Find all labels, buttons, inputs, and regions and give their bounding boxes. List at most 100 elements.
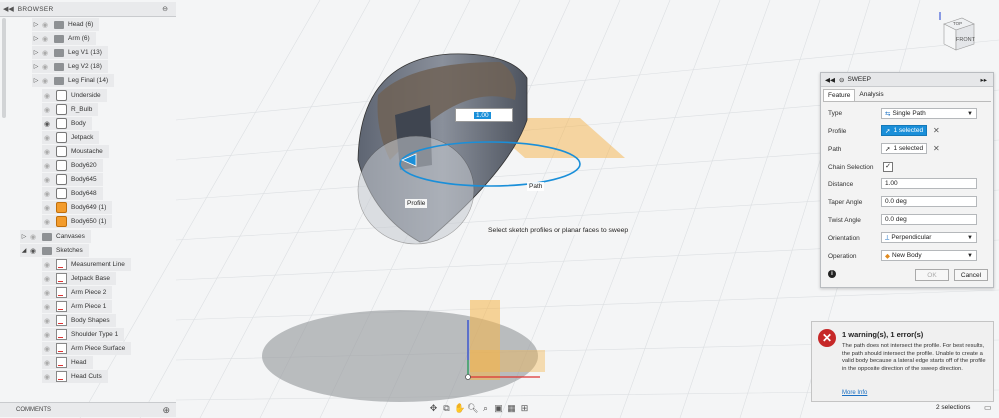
tree-item-sketch[interactable]: ◉ Body Shapes [42,314,116,327]
visibility-icon[interactable]: ◉ [42,359,52,367]
tree-item-sketch[interactable]: ◉ Arm Piece 2 [42,286,113,299]
tree-item-body[interactable]: ◉ Body620 [42,159,103,172]
viewcube-front-label: FRONT [956,37,975,43]
tree-item-body[interactable]: ◉ Jetpack [42,131,100,144]
orbit-icon[interactable]: ✥ [428,403,439,414]
tree-item-sketch[interactable]: ◉ Head Cuts [42,370,108,383]
pan-icon[interactable]: ✋ [454,403,465,414]
twist-angle-input[interactable]: 0.0 deg [881,214,977,225]
collapse-icon[interactable]: ◀◀ [3,5,14,13]
orientation-dropdown[interactable]: ⟂ Perpendicular ▼ [881,232,977,243]
expand-icon[interactable]: ▷ [32,49,40,56]
tab-feature[interactable]: Feature [823,89,856,101]
browser-scrollbar[interactable] [2,18,6,118]
visibility-icon[interactable]: ◉ [40,21,50,29]
visibility-icon[interactable]: ◉ [40,49,50,57]
tree-item-folder[interactable]: ▷ ◉ Leg V2 (18) [32,60,108,73]
add-comment-icon[interactable]: ⊕ [162,405,170,416]
tree-item-sketch[interactable]: ◉ Measurement Line [42,258,131,271]
cancel-button[interactable]: Cancel [954,269,988,281]
sweep-title-bar[interactable]: ◀◀ ⊖ SWEEP ▸▸ [821,73,993,87]
browser-toggle-icon[interactable]: ⊖ [162,5,168,13]
visibility-icon[interactable]: ◉ [42,148,52,156]
expand-icon[interactable]: ▷ [32,63,40,70]
visibility-icon[interactable]: ◉ [42,190,52,198]
cursor-icon: ➚ [885,145,891,153]
visibility-icon[interactable]: ◉ [42,106,52,114]
tree-item-body[interactable]: ◉ Body [42,117,92,130]
path-selection[interactable]: ➚ 1 selected [881,143,927,154]
taper-angle-input[interactable]: 0.0 deg [881,196,977,207]
visibility-icon[interactable]: ◉ [42,317,52,325]
tree-item-canvases[interactable]: ▷ ◉ Canvases [20,230,91,243]
look-at-icon[interactable]: ⧉ [441,403,452,414]
visibility-icon[interactable]: ◉ [28,247,38,255]
tree-item-body[interactable]: ◉ Body645 [42,173,103,186]
distance-input-overlay[interactable]: 1.00 [455,108,513,122]
visibility-icon[interactable]: ◉ [42,120,52,128]
tree-item-sketch[interactable]: ◉ Head [42,356,93,369]
visibility-icon[interactable]: ◉ [40,35,50,43]
tree-item-sketch[interactable]: ◉ Arm Piece 1 [42,300,113,313]
collapse-icon[interactable]: ◢ [20,247,28,254]
display-settings-icon[interactable]: ▣ [493,403,504,414]
grid-icon[interactable]: ▦ [506,403,517,414]
zoom-icon[interactable]: 🔍︎ [467,403,478,414]
visibility-icon[interactable]: ◉ [42,176,52,184]
expand-icon[interactable]: ▷ [32,21,40,28]
visibility-icon[interactable]: ◉ [42,289,52,297]
selection-filter-icon[interactable]: ▭ [984,403,992,412]
visibility-icon[interactable]: ◉ [40,77,50,85]
tree-item-component[interactable]: ◉ Body650 (1) [42,215,113,228]
expand-icon[interactable]: ▷ [32,35,40,42]
profile-selection[interactable]: ➚ 1 selected [881,125,927,136]
visibility-icon[interactable]: ◉ [42,92,52,100]
clear-path-icon[interactable]: ✕ [933,144,940,153]
tree-item-body[interactable]: ◉ Underside [42,89,107,102]
tree-item-sketch[interactable]: ◉ Arm Piece Surface [42,342,132,355]
visibility-icon[interactable]: ◉ [42,345,52,353]
visibility-icon[interactable]: ◉ [42,204,52,212]
operation-dropdown[interactable]: ◆ New Body ▼ [881,250,977,261]
info-icon[interactable]: i [828,270,836,278]
type-dropdown[interactable]: ⇆ Single Path ▼ [881,108,977,119]
tree-item-sketch[interactable]: ◉ Jetpack Base [42,272,117,285]
visibility-icon[interactable]: ◉ [42,275,52,283]
expand-icon[interactable]: ▷ [32,77,40,84]
comments-bar[interactable]: COMMENTS ⊕ [0,402,176,417]
body-icon [56,174,67,185]
tree-item-folder[interactable]: ▷ ◉ Leg Final (14) [32,74,115,87]
visibility-icon[interactable]: ◉ [40,63,50,71]
tree-item-label: Arm Piece Surface [71,345,126,352]
tree-item-sketches[interactable]: ◢ ◉ Sketches [20,244,89,257]
visibility-icon[interactable]: ◉ [42,218,52,226]
tree-item-sketch[interactable]: ◉ Shoulder Type 1 [42,328,125,341]
tree-item-folder[interactable]: ▷ ◉ Leg V1 (13) [32,46,108,59]
tree-item-folder[interactable]: ▷ ◉ Arm (6) [32,32,96,45]
visibility-icon[interactable]: ◉ [42,373,52,381]
visibility-icon[interactable]: ◉ [42,303,52,311]
viewcube[interactable]: FRONT TOP [936,10,976,58]
tree-item-folder[interactable]: ▷ ◉ Head (6) [32,18,100,31]
more-icon[interactable]: ▸▸ [980,76,987,84]
clear-profile-icon[interactable]: ✕ [933,126,940,135]
tab-analysis[interactable]: Analysis [855,89,887,101]
expand-icon[interactable]: ▷ [20,233,28,240]
tree-item-body[interactable]: ◉ Moustache [42,145,109,158]
chain-selection-checkbox[interactable]: ✓ [883,162,893,172]
tree-item-body[interactable]: ◉ Body648 [42,187,103,200]
tree-item-component[interactable]: ◉ Body649 (1) [42,201,113,214]
visibility-icon[interactable]: ◉ [28,233,38,241]
visibility-icon[interactable]: ◉ [42,261,52,269]
fit-icon[interactable]: ⌕ [480,403,491,414]
visibility-icon[interactable]: ◉ [42,331,52,339]
distance-input[interactable]: 1.00 [881,178,977,189]
more-info-link[interactable]: More Info [842,390,867,396]
collapse-icon[interactable]: ◀◀ [825,76,835,84]
ok-button[interactable]: OK [915,269,949,281]
tree-item-body[interactable]: ◉ R_Bulb [42,103,99,116]
visibility-icon[interactable]: ◉ [42,134,52,142]
viewports-icon[interactable]: ⊞ [519,403,530,414]
tree-item-label: R_Bulb [71,106,93,113]
visibility-icon[interactable]: ◉ [42,162,52,170]
